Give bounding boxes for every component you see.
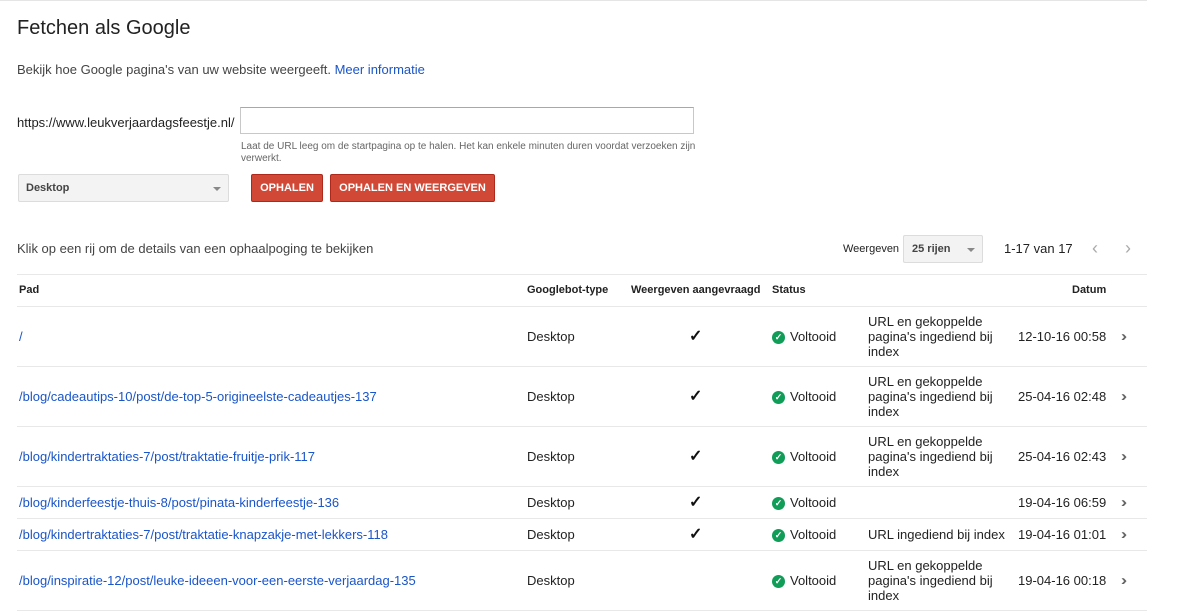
table-row[interactable]: / Desktop ✓ ✓ Voltooid URL en gekoppelde … — [17, 307, 1147, 366]
row-status-text: Voltooid — [790, 573, 837, 588]
url-hint: Laat de URL leeg om de startpagina op te… — [241, 141, 696, 164]
check-icon: ✓ — [689, 388, 703, 405]
row-date: 25-04-16 02:48 — [1018, 389, 1107, 404]
description-text: Bekijk hoe Google pagina's van uw websit… — [17, 62, 331, 77]
header-render-requested: Weergeven aangevraagd — [631, 284, 761, 296]
row-path-link[interactable]: /blog/inspiratie-12/post/leuke-ideeen-vo… — [19, 573, 416, 588]
double-chevron-right-icon[interactable]: ›› — [1121, 526, 1127, 543]
header-date: Datum — [1072, 284, 1107, 296]
caret-down-icon — [967, 248, 975, 252]
row-status-text: Voltooid — [790, 329, 837, 344]
double-chevron-right-icon[interactable]: ›› — [1121, 328, 1127, 345]
check-icon: ✓ — [689, 494, 703, 511]
row-status: ✓ Voltooid — [772, 329, 836, 344]
rows-per-page-value: 25 rijen — [912, 243, 951, 255]
check-icon: ✓ — [689, 328, 703, 345]
double-chevron-right-icon[interactable]: ›› — [1121, 448, 1127, 465]
row-path-link[interactable]: /blog/cadeautips-10/post/de-top-5-origin… — [19, 389, 377, 404]
table-row[interactable]: /blog/kindertraktaties-7/post/traktatie-… — [17, 519, 1147, 550]
row-detail: URL en gekoppelde pagina's ingediend bij… — [868, 434, 993, 479]
row-detail: URL en gekoppelde pagina's ingediend bij… — [868, 374, 993, 419]
url-input[interactable] — [240, 107, 694, 134]
header-bot-type: Googlebot-type — [527, 284, 609, 296]
row-date: 12-10-16 00:58 — [1018, 329, 1107, 344]
chevron-left-icon[interactable]: ‹ — [1086, 238, 1104, 258]
device-type-select[interactable]: Desktop — [18, 174, 229, 202]
double-chevron-right-icon[interactable]: ›› — [1121, 494, 1127, 511]
row-date: 19-04-16 06:59 — [1018, 495, 1107, 510]
row-status: ✓ Voltooid — [772, 449, 836, 464]
status-ok-icon: ✓ — [772, 451, 785, 464]
row-status-text: Voltooid — [790, 449, 837, 464]
check-icon: ✓ — [689, 448, 703, 465]
row-status-text: Voltooid — [790, 527, 837, 542]
table-row[interactable]: /blog/kindertraktaties-7/post/traktatie-… — [17, 427, 1147, 486]
caret-down-icon — [213, 187, 221, 191]
table-row[interactable]: /blog/inspiratie-12/post/leuke-ideeen-vo… — [17, 551, 1147, 610]
row-date: 19-04-16 01:01 — [1018, 527, 1107, 542]
device-type-value: Desktop — [26, 182, 70, 194]
status-ok-icon: ✓ — [772, 391, 785, 404]
row-detail: URL ingediend bij index — [868, 527, 1005, 542]
row-bot-type: Desktop — [527, 389, 575, 404]
row-bot-type: Desktop — [527, 449, 575, 464]
row-bot-type: Desktop — [527, 495, 575, 510]
fetch-and-render-button[interactable]: OPHALEN EN WEERGEVEN — [330, 174, 495, 202]
row-status: ✓ Voltooid — [772, 495, 836, 510]
table-row[interactable]: /blog/kinderfeestje-thuis-8/post/pinata-… — [17, 487, 1147, 518]
row-status: ✓ Voltooid — [772, 527, 836, 542]
more-info-link[interactable]: Meer informatie — [335, 62, 425, 77]
check-icon: ✓ — [689, 526, 703, 543]
row-date: 25-04-16 02:43 — [1018, 449, 1107, 464]
rows-per-page-label: Weergeven — [843, 243, 900, 255]
row-path-link[interactable]: / — [19, 329, 23, 344]
rows-per-page-select[interactable]: 25 rijen — [903, 235, 983, 263]
row-bot-type: Desktop — [527, 329, 575, 344]
row-date: 19-04-16 00:18 — [1018, 573, 1107, 588]
header-status: Status — [772, 284, 806, 296]
table-row[interactable]: /blog/cadeautips-10/post/de-top-5-origin… — [17, 367, 1147, 426]
row-status: ✓ Voltooid — [772, 573, 836, 588]
url-prefix-label: https://www.leukverjaardagsfeestje.nl/ — [17, 115, 235, 130]
row-detail: URL en gekoppelde pagina's ingediend bij… — [868, 314, 993, 359]
double-chevron-right-icon[interactable]: ›› — [1121, 388, 1127, 405]
row-status-text: Voltooid — [790, 495, 837, 510]
status-ok-icon: ✓ — [772, 497, 785, 510]
table-info-text: Klik op een rij om de details van een op… — [17, 241, 374, 256]
double-chevron-right-icon[interactable]: ›› — [1121, 572, 1127, 589]
row-bot-type: Desktop — [527, 573, 575, 588]
row-status: ✓ Voltooid — [772, 389, 836, 404]
page-title: Fetchen als Google — [17, 17, 191, 39]
header-path: Pad — [19, 284, 40, 296]
chevron-right-icon[interactable]: › — [1119, 238, 1137, 258]
row-path-link[interactable]: /blog/kindertraktaties-7/post/traktatie-… — [19, 527, 388, 542]
row-path-link[interactable]: /blog/kinderfeestje-thuis-8/post/pinata-… — [19, 495, 339, 510]
row-detail: URL en gekoppelde pagina's ingediend bij… — [868, 558, 993, 603]
page-description: Bekijk hoe Google pagina's van uw websit… — [17, 62, 425, 77]
pagination-range: 1-17 van 17 — [1004, 241, 1073, 256]
top-divider — [0, 0, 1147, 1]
row-path-link[interactable]: /blog/kindertraktaties-7/post/traktatie-… — [19, 449, 315, 464]
row-status-text: Voltooid — [790, 389, 837, 404]
status-ok-icon: ✓ — [772, 575, 785, 588]
fetch-button[interactable]: OPHALEN — [251, 174, 323, 202]
table-top-divider — [17, 274, 1147, 275]
row-bot-type: Desktop — [527, 527, 575, 542]
status-ok-icon: ✓ — [772, 331, 785, 344]
status-ok-icon: ✓ — [772, 529, 785, 542]
